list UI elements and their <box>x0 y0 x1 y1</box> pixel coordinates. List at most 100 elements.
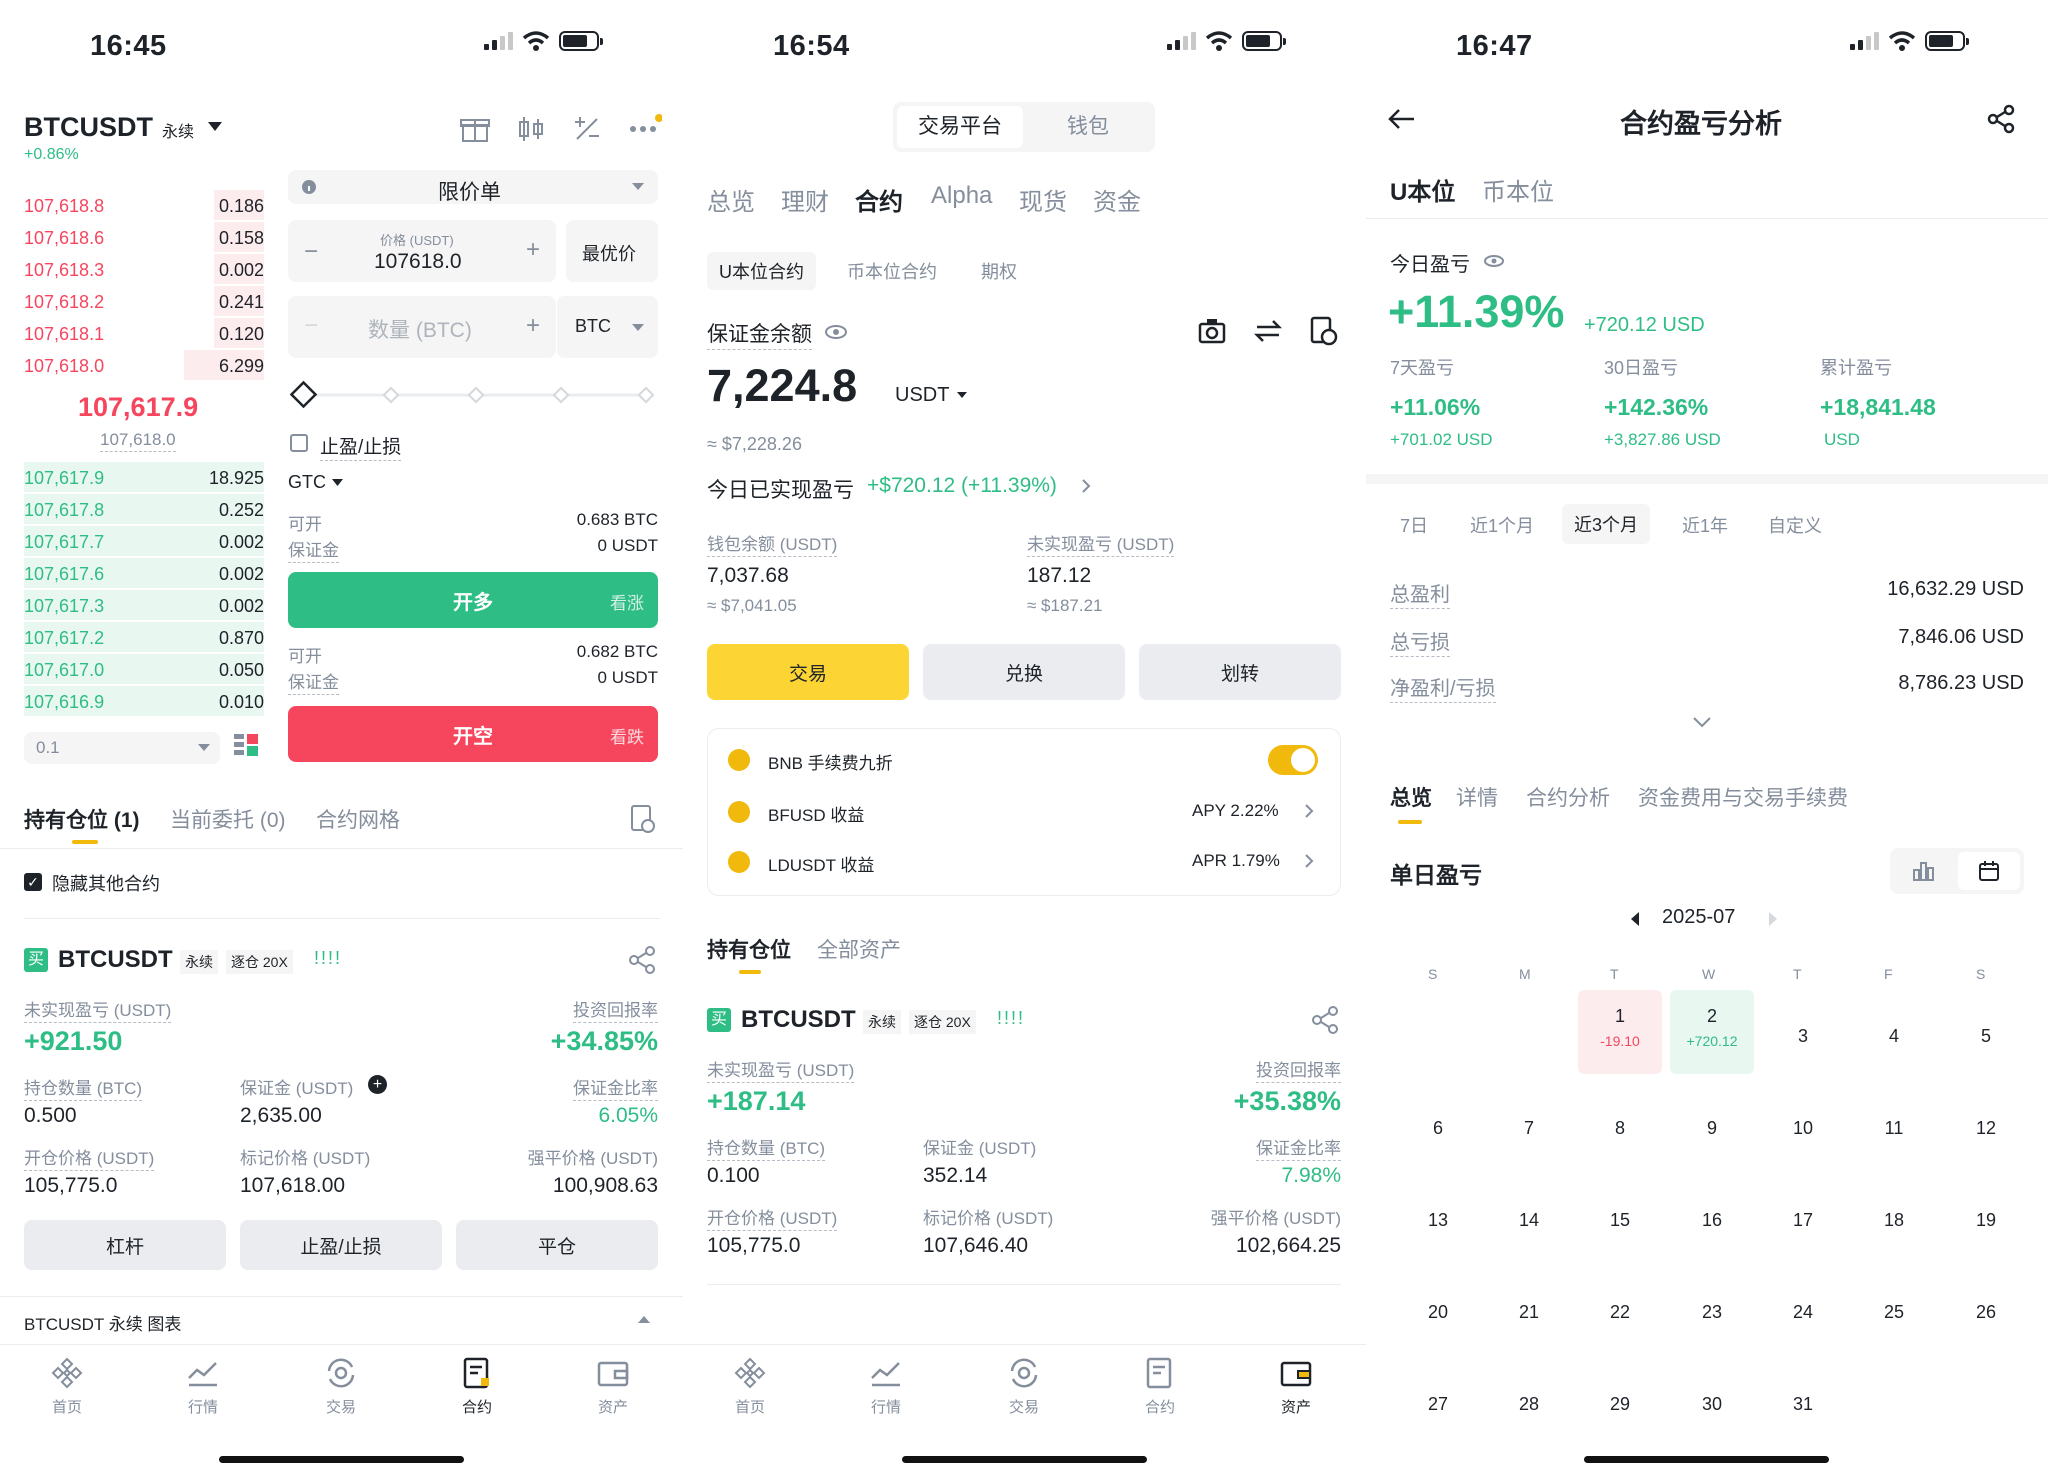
chevron-down-icon[interactable] <box>1692 716 1712 728</box>
calendar-day[interactable]: 27 <box>1396 1358 1480 1442</box>
subtab-usdm[interactable]: U本位合约 <box>707 252 816 290</box>
bid-row[interactable]: 107,617.7 0.002 <box>24 526 264 558</box>
nav-markets[interactable]: 行情 <box>158 1356 248 1417</box>
ask-row[interactable]: 107,618.8 0.186 <box>24 190 264 222</box>
calendar-day[interactable]: 29 <box>1578 1358 1662 1442</box>
calendar-day[interactable]: 13 <box>1396 1174 1480 1258</box>
candlestick-icon[interactable] <box>516 114 546 144</box>
bnb-discount-toggle[interactable] <box>1268 745 1318 775</box>
calendar-day[interactable]: 9 <box>1670 1082 1754 1166</box>
tab-open-orders[interactable]: 当前委托 (0) <box>170 804 286 834</box>
calendar-day[interactable]: 7 <box>1487 1082 1571 1166</box>
calendar-view-button[interactable] <box>1958 852 2020 890</box>
nav-home[interactable]: 首页 <box>705 1356 795 1417</box>
nav-assets[interactable]: 资产 <box>1251 1356 1341 1417</box>
open-long-button[interactable]: 开多 看涨 <box>288 572 658 628</box>
calendar-day[interactable]: 25 <box>1852 1266 1936 1350</box>
chevron-right-icon[interactable] <box>1081 478 1091 494</box>
transfer-icon[interactable] <box>1253 316 1283 346</box>
caret-down-icon[interactable] <box>957 392 967 399</box>
tab-fees[interactable]: 资金费用与交易手续费 <box>1638 782 1848 812</box>
calendar-day[interactable]: 16 <box>1670 1174 1754 1258</box>
ask-row[interactable]: 107,618.0 6.299 <box>24 350 264 382</box>
nav-futures[interactable]: 合约 <box>432 1356 522 1417</box>
tpsl-checkbox[interactable] <box>290 434 308 452</box>
ask-row[interactable]: 107,618.1 0.120 <box>24 318 264 350</box>
position-symbol[interactable]: BTCUSDT <box>58 946 173 974</box>
bid-row[interactable]: 107,617.0 0.050 <box>24 654 264 686</box>
bid-row[interactable]: 107,617.6 0.002 <box>24 558 264 590</box>
range-custom[interactable]: 自定义 <box>1768 512 1822 538</box>
calendar-day[interactable]: 10 <box>1761 1082 1845 1166</box>
book-layout-icon[interactable] <box>234 734 260 760</box>
tab-funding[interactable]: 资金 <box>1093 182 1141 217</box>
tab-earn[interactable]: 理财 <box>781 182 829 217</box>
calendar-day[interactable]: 1 -19.10 <box>1578 990 1662 1074</box>
caret-down-icon[interactable] <box>332 479 343 487</box>
ask-row[interactable]: 107,618.6 0.158 <box>24 222 264 254</box>
calendar-day[interactable]: 20 <box>1396 1266 1480 1350</box>
calendar-day[interactable]: 5 <box>1944 990 2028 1074</box>
bid-row[interactable]: 107,616.9 0.010 <box>24 686 264 718</box>
nav-markets[interactable]: 行情 <box>841 1356 931 1417</box>
tab-details[interactable]: 详情 <box>1456 782 1498 812</box>
tab-summary[interactable]: 总览 <box>1390 782 1432 812</box>
ask-row[interactable]: 107,618.3 0.002 <box>24 254 264 286</box>
calendar-day[interactable]: 3 <box>1761 990 1845 1074</box>
share-icon[interactable] <box>628 946 656 974</box>
segment-wallet[interactable]: 钱包 <box>1025 106 1151 148</box>
quantity-unit-select[interactable]: BTC <box>556 296 658 358</box>
gift-icon[interactable] <box>460 114 490 144</box>
bar-chart-icon[interactable] <box>1912 860 1934 882</box>
next-month-icon[interactable] <box>1768 912 1778 926</box>
share-icon[interactable] <box>1311 1006 1339 1034</box>
calendar-day[interactable]: 30 <box>1670 1358 1754 1442</box>
quantity-input[interactable]: − 数量 (BTC) + <box>288 296 556 358</box>
tab-all-assets[interactable]: 全部资产 <box>817 934 901 964</box>
order-history-icon[interactable] <box>630 804 656 834</box>
tab-usdm[interactable]: U本位 <box>1390 172 1455 207</box>
calendar-day[interactable]: 15 <box>1578 1174 1662 1258</box>
tab-overview[interactable]: 总览 <box>707 182 755 217</box>
chevron-up-icon[interactable] <box>638 1316 650 1324</box>
bid-row[interactable]: 107,617.8 0.252 <box>24 494 264 526</box>
calendar-day[interactable]: 2 +720.12 <box>1670 990 1754 1074</box>
nav-trade[interactable]: 交易 <box>979 1356 1069 1417</box>
tab-spot[interactable]: 现货 <box>1019 182 1067 217</box>
calendar-day[interactable]: 22 <box>1578 1266 1662 1350</box>
bid-row[interactable]: 107,617.9 18.925 <box>24 462 264 494</box>
minus-icon[interactable]: − <box>304 238 318 266</box>
range-7d[interactable]: 7日 <box>1400 512 1428 538</box>
chart-bar-label[interactable]: BTCUSDT 永续 图表 <box>24 1310 181 1335</box>
calendar-day[interactable]: 23 <box>1670 1266 1754 1350</box>
eye-icon[interactable] <box>1484 254 1504 268</box>
nav-assets[interactable]: 资产 <box>568 1356 658 1417</box>
back-arrow-icon[interactable] <box>1386 106 1416 132</box>
price-value[interactable]: 107618.0 <box>374 250 462 274</box>
plus-icon[interactable]: + <box>526 236 540 264</box>
subtab-options[interactable]: 期权 <box>981 258 1017 284</box>
tab-alpha[interactable]: Alpha <box>931 182 992 210</box>
calendar-day[interactable]: 14 <box>1487 1174 1571 1258</box>
trade-button[interactable]: 交易 <box>707 644 909 700</box>
time-in-force[interactable]: GTC <box>288 472 326 493</box>
transfer-button[interactable]: 划转 <box>1139 644 1341 700</box>
eye-icon[interactable] <box>825 324 847 340</box>
tab-positions[interactable]: 持有仓位 <box>707 934 791 964</box>
plus-icon[interactable]: + <box>526 312 540 340</box>
tab-positions[interactable]: 持有仓位 (1) <box>24 804 140 834</box>
bid-row[interactable]: 107,617.3 0.002 <box>24 590 264 622</box>
order-type-select[interactable]: 限价单 <box>288 170 658 204</box>
minus-icon[interactable]: − <box>304 312 318 340</box>
chevron-right-icon[interactable] <box>1304 803 1314 819</box>
open-short-button[interactable]: 开空 看跌 <box>288 706 658 762</box>
close-position-button[interactable]: 平仓 <box>456 1220 658 1270</box>
percent-icon[interactable] <box>572 114 602 144</box>
chevron-right-icon[interactable] <box>1304 853 1314 869</box>
nav-trade[interactable]: 交易 <box>296 1356 386 1417</box>
calendar-day[interactable]: 19 <box>1944 1174 2028 1258</box>
camera-icon[interactable] <box>1197 316 1227 346</box>
convert-button[interactable]: 兑换 <box>923 644 1125 700</box>
share-icon[interactable] <box>1986 104 2016 134</box>
tab-contract-analysis[interactable]: 合约分析 <box>1526 782 1610 812</box>
